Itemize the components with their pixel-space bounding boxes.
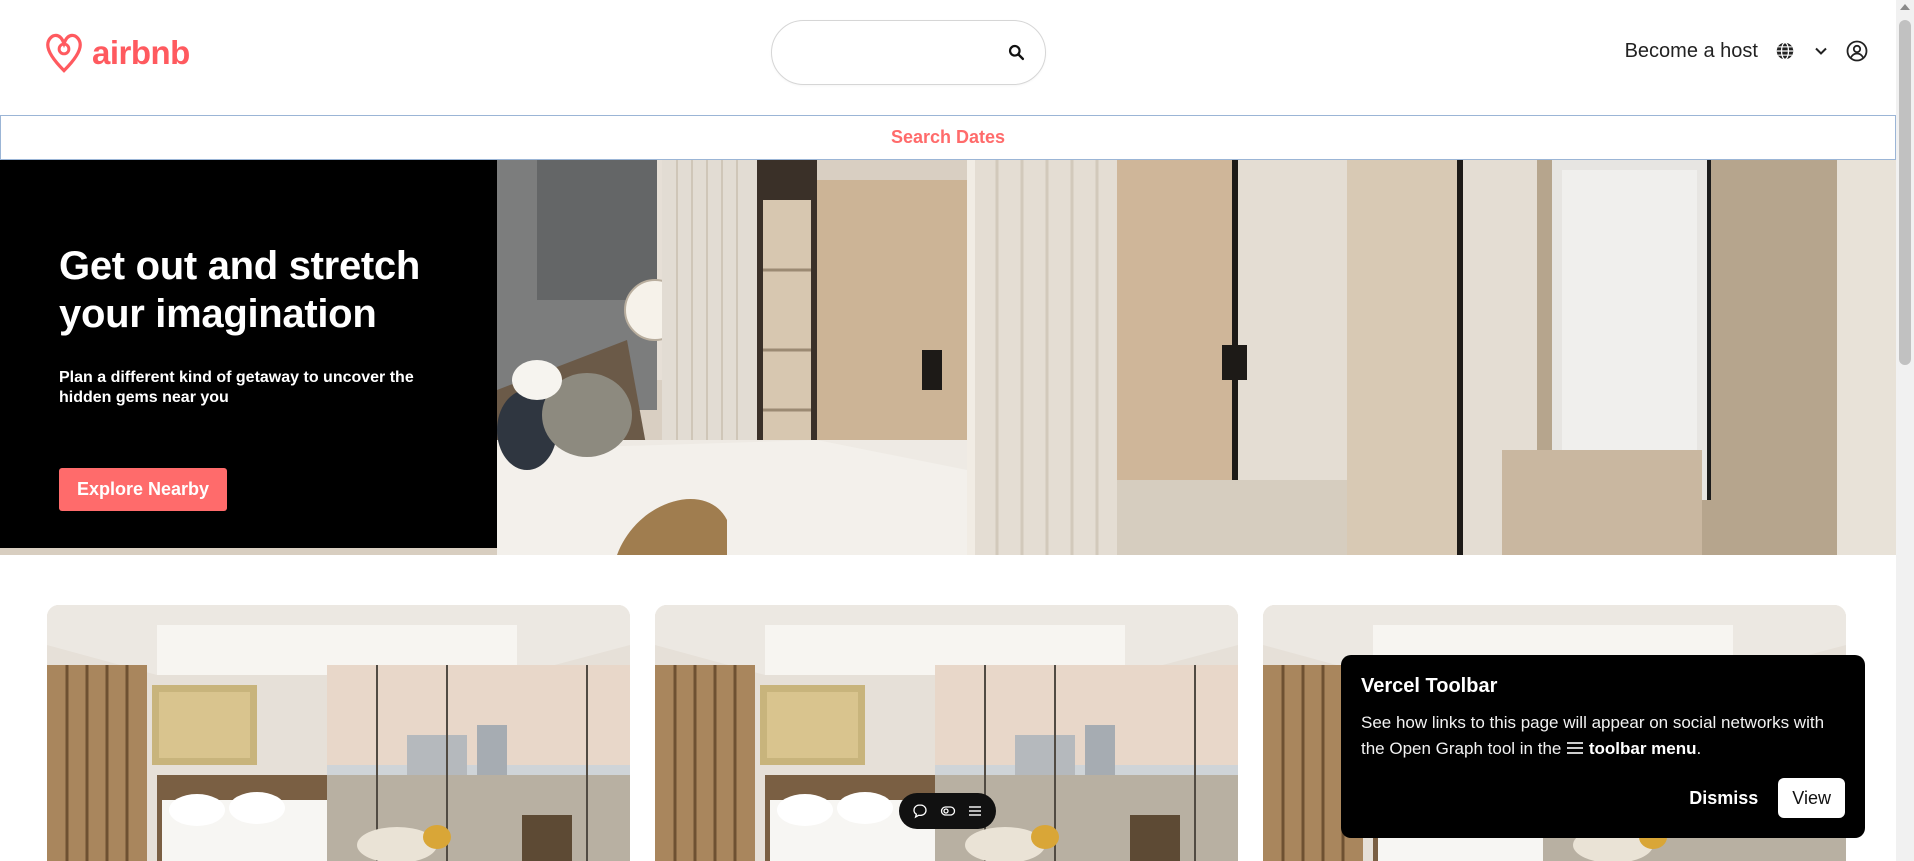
menu-icon (1567, 742, 1584, 754)
hero-title-line-1: Get out and stretch (59, 244, 420, 288)
become-host-link[interactable]: Become a host (1625, 40, 1758, 63)
scroll-up-arrow-icon[interactable] (1900, 4, 1910, 10)
search-dates-button[interactable]: Search Dates (891, 127, 1005, 148)
language-button[interactable] (1772, 38, 1798, 64)
user-profile-button[interactable] (1844, 38, 1870, 64)
airbnb-logo[interactable]: airbnb (42, 30, 190, 76)
search-input[interactable] (792, 37, 992, 69)
toggle-view-button[interactable] (936, 799, 960, 823)
hero-title-line-2: your imagination (59, 292, 377, 336)
menu-dropdown-button[interactable] (1808, 38, 1834, 64)
popup-title: Vercel Toolbar (1361, 675, 1498, 697)
vercel-toolbar (899, 793, 996, 829)
globe-icon (1776, 42, 1794, 60)
listing-card[interactable] (47, 605, 630, 861)
menu-icon (968, 806, 981, 816)
search-icon (1008, 44, 1024, 61)
popup-body: See how links to this page will appear o… (1361, 710, 1845, 762)
user-circle-icon (1846, 40, 1868, 62)
popup-body-end: . (1696, 739, 1702, 758)
search-button[interactable] (1001, 38, 1031, 68)
popup-actions: Dismiss View (1689, 778, 1845, 818)
toolbar-menu-button[interactable] (963, 799, 987, 823)
search-bar[interactable] (771, 20, 1046, 85)
comment-button[interactable] (908, 799, 932, 823)
explore-nearby-button[interactable]: Explore Nearby (59, 468, 228, 511)
popup-body-bold: toolbar menu (1588, 739, 1697, 758)
top-nav: airbnb Become a host (0, 0, 1896, 115)
hero-text-panel: Get out and stretch your imagination Pla… (0, 160, 497, 548)
brand-name: airbnb (92, 34, 190, 71)
hero-banner: Get out and stretch your imagination Pla… (0, 160, 1896, 555)
header-actions: Become a host (1625, 38, 1870, 64)
hero-subtitle: Plan a different kind of getaway to unco… (59, 369, 414, 406)
eye-toggle-icon (940, 806, 955, 816)
page-scrollbar[interactable] (1896, 0, 1914, 861)
dismiss-button[interactable]: Dismiss (1689, 788, 1758, 809)
airbnb-logo-icon (46, 33, 82, 73)
comment-icon (913, 804, 927, 819)
listing-image (47, 605, 630, 861)
view-button[interactable]: View (1778, 778, 1845, 818)
vercel-toolbar-popup: Vercel Toolbar See how links to this pag… (1341, 655, 1865, 838)
page: airbnb Become a host Search Dates Get ou… (0, 0, 1914, 861)
chevron-down-icon (1815, 47, 1827, 55)
hero-title: Get out and stretch your imagination (59, 242, 438, 338)
search-dates-bar: Search Dates (0, 115, 1896, 160)
scrollbar-thumb[interactable] (1899, 20, 1911, 365)
hero-image (497, 160, 1896, 555)
